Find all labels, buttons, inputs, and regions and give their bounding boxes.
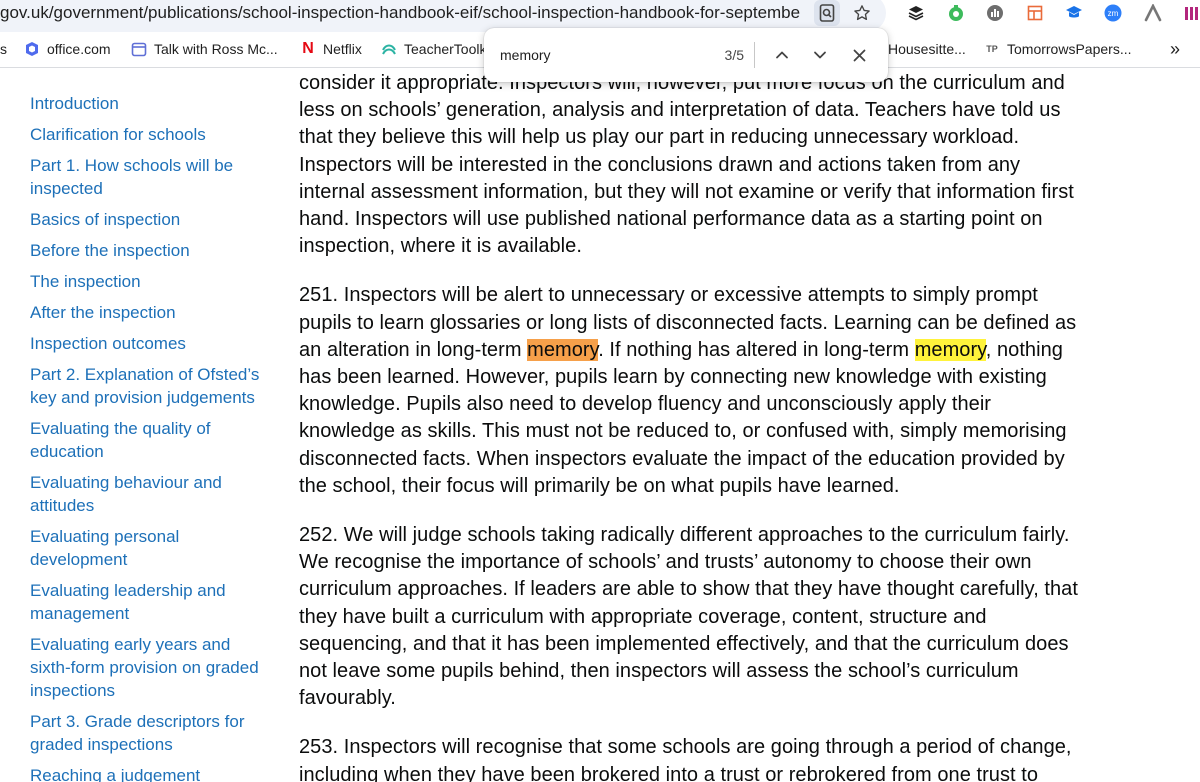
star-icon [854, 5, 870, 21]
paragraph-text: . If nothing has altered in long-term [598, 338, 915, 361]
contents-sidebar: Introduction Clarification for schools P… [30, 92, 275, 782]
analytics-icon [987, 5, 1003, 21]
bookmark-partial[interactable]: s [0, 34, 7, 64]
find-highlight: memory [914, 338, 986, 361]
bars-icon [1185, 7, 1198, 20]
sidebar-item-behaviour[interactable]: Evaluating behaviour and attitudes [30, 471, 275, 517]
find-in-page-button[interactable] [813, 0, 841, 26]
sidebar-item-after[interactable]: After the inspection [30, 301, 275, 324]
extension-analytics[interactable] [981, 0, 1009, 26]
calendar-icon [131, 41, 147, 57]
find-bar: 3/5 [484, 28, 888, 82]
paragraph-text: , nothing has been learned. However, pup… [299, 338, 1067, 497]
bookmark-tomorrowspapers[interactable]: TP TomorrowsPapers... [984, 34, 1131, 64]
sidebar-item-leadership[interactable]: Evaluating leadership and management [30, 579, 275, 625]
extension-zoom[interactable]: zm [1099, 0, 1127, 26]
chevron-down-icon [814, 51, 826, 59]
paragraph-253: 253. Inspectors will recognise that some… [299, 736, 1072, 782]
find-input[interactable] [500, 44, 690, 66]
sidebar-item-reaching-judgement[interactable]: Reaching a judgement [30, 764, 275, 782]
find-highlight-active: memory [527, 338, 599, 361]
sidebar-item-personal-development[interactable]: Evaluating personal development [30, 525, 275, 571]
bookmark-label: office.com [47, 41, 111, 57]
find-match-count: 3/5 [724, 47, 744, 63]
bookmark-label: Netflix [323, 41, 362, 57]
bookmark-teachertoolkit[interactable]: TeacherToolk [381, 34, 487, 64]
bookmark-label: Housesitte... [888, 41, 966, 57]
find-divider [754, 42, 755, 68]
sidebar-item-outcomes[interactable]: Inspection outcomes [30, 332, 275, 355]
sidebar-item-part3[interactable]: Part 3. Grade descriptors for graded ins… [30, 710, 275, 756]
graduation-cap-icon [1066, 6, 1082, 18]
bookmark-label: TeacherToolk [404, 41, 487, 57]
paragraph-251: 251. Inspectors will be alert to unneces… [299, 282, 1089, 500]
sidebar-item-part2[interactable]: Part 2. Explanation of Ofsted’s key and … [30, 363, 275, 409]
netflix-icon: N [302, 40, 314, 57]
bookmark-star-button[interactable] [848, 0, 876, 26]
more-bookmarks-icon: » [1170, 38, 1181, 59]
extension-layers[interactable] [902, 0, 930, 26]
find-next-button[interactable] [806, 41, 834, 69]
bookmark-housesitter[interactable]: Housesitte... [888, 34, 966, 64]
sidebar-item-before[interactable]: Before the inspection [30, 239, 275, 262]
bookmark-label: s [0, 41, 7, 57]
tomorrowspapers-icon: TP [986, 44, 998, 54]
bookmark-label: TomorrowsPapers... [1007, 41, 1132, 57]
sidebar-item-part1[interactable]: Part 1. How schools will be inspected [30, 154, 275, 200]
bookmark-talk-with-ross[interactable]: Talk with Ross Mc... [131, 34, 278, 64]
zoom-icon: zm [1104, 4, 1122, 22]
sidebar-item-clarification[interactable]: Clarification for schools [30, 123, 275, 146]
main-content: consider it appropriate. Inspectors will… [299, 70, 1089, 782]
more-bookmarks-button[interactable]: » [1170, 34, 1180, 64]
sidebar-item-the-inspection[interactable]: The inspection [30, 270, 275, 293]
extension-graduate[interactable] [1060, 0, 1088, 26]
svg-text:zm: zm [1108, 9, 1119, 18]
office-icon [24, 41, 40, 57]
bookmark-office[interactable]: office.com [24, 34, 111, 64]
grammar-check-icon [949, 5, 963, 21]
url-text[interactable]: gov.uk/government/publications/school-in… [0, 0, 800, 26]
extension-layout[interactable] [1021, 0, 1049, 26]
sidebar-item-basics[interactable]: Basics of inspection [30, 208, 275, 231]
paragraph-continued: consider it appropriate. Inspectors will… [299, 72, 1074, 258]
bookmark-label: Talk with Ross Mc... [154, 41, 278, 57]
sidebar-item-early-years[interactable]: Evaluating early years and sixth-form pr… [30, 633, 275, 702]
layout-icon [1027, 5, 1043, 21]
find-close-button[interactable] [845, 41, 873, 69]
extension-arc[interactable] [1139, 0, 1167, 26]
paragraph-252: 252. We will judge schools taking radica… [299, 524, 1078, 710]
find-previous-button[interactable] [768, 41, 796, 69]
layers-icon [908, 6, 924, 21]
find-in-page-icon [819, 4, 835, 22]
bookmark-netflix[interactable]: N Netflix [300, 34, 362, 64]
chevron-up-icon [776, 51, 788, 59]
extension-grammar[interactable] [942, 0, 970, 26]
sidebar-item-introduction[interactable]: Introduction [30, 92, 275, 115]
close-icon [853, 49, 865, 61]
extension-bars[interactable] [1177, 0, 1200, 26]
arc-icon [1144, 4, 1162, 22]
sidebar-item-quality-of-education[interactable]: Evaluating the quality of education [30, 417, 275, 463]
teachertoolkit-icon [381, 41, 397, 57]
